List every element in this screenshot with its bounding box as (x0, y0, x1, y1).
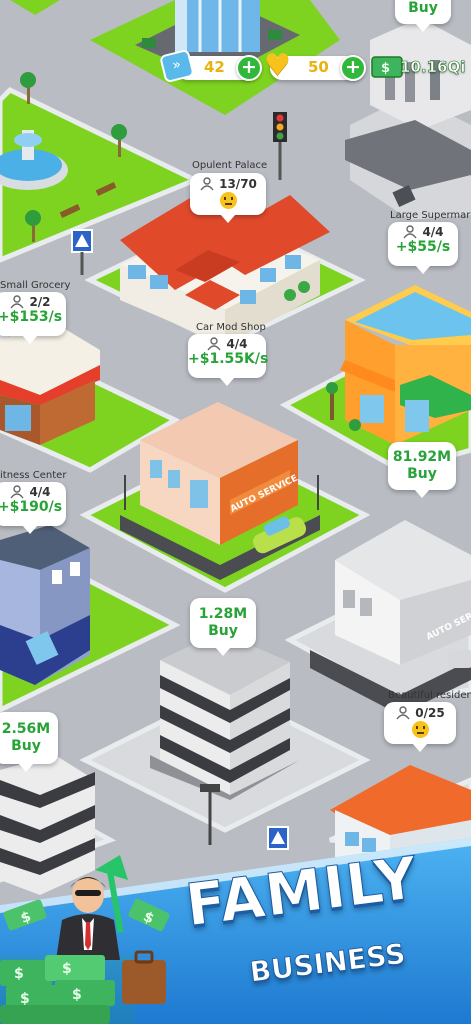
opulent-palace-title: Opulent Palace (192, 160, 268, 171)
add-hearts-button[interactable]: + (340, 55, 366, 81)
occupancy-count: 4/4 (422, 225, 444, 239)
occupancy-count: 13/70 (219, 177, 257, 191)
neutral-face-icon (219, 192, 237, 209)
buy-price: 81.92M (392, 449, 452, 465)
occupancy-count: 0/25 (415, 706, 445, 720)
income-rate: +$190/s (0, 499, 63, 515)
heart-icon: ♥ (264, 48, 291, 83)
buy-bubble-top-right[interactable]: Buy (395, 0, 451, 32)
buy-price: 2.56M (1, 721, 51, 737)
svg-text:$: $ (62, 961, 72, 977)
occupancy-row: 4/4 (388, 225, 458, 239)
occupancy-count: 4/4 (29, 485, 51, 499)
occupancy-row: 13/70 (190, 177, 266, 191)
svg-text:$: $ (14, 966, 24, 982)
person-icon (200, 177, 214, 191)
occupancy-count: 4/4 (226, 337, 248, 351)
left-tower-buy-bubble[interactable]: 2.56M Buy (0, 712, 58, 772)
buy-label: Buy (208, 623, 238, 639)
svg-text:$: $ (381, 61, 390, 76)
buy-label: Buy (11, 738, 41, 754)
auto-service-2-buy-bubble[interactable]: 81.92M Buy (388, 442, 456, 498)
svg-text:$: $ (20, 991, 30, 1007)
person-icon (403, 225, 418, 239)
large-supermarket-title: Large Supermarke (390, 210, 471, 221)
income-rate: +$1.55K/s (188, 351, 269, 367)
car-mod-shop-title: Car Mod Shop (196, 322, 266, 333)
person-icon (396, 706, 410, 720)
office-tower-buy-bubble[interactable]: 1.28M Buy (190, 598, 256, 656)
fitness-center-building[interactable] (0, 525, 90, 685)
left-tower-building[interactable] (0, 755, 95, 895)
cash-icon: $ (371, 56, 403, 78)
heart-count: 50 (308, 58, 329, 76)
buy-label: Buy (408, 0, 438, 16)
ticket-counter: » 42 + (159, 48, 262, 84)
income-rate: +$55/s (395, 239, 451, 255)
person-icon (207, 337, 222, 351)
person-icon (10, 295, 25, 309)
small-grocery-title: Small Grocery (0, 280, 71, 291)
game-screen: AUTO SERVICE AUTO SERV $ $ $ $ $ $ $ » 4… (0, 0, 471, 1024)
cash-balance: 10.16Qi (400, 58, 466, 77)
heart-counter: ♥ 50 + (264, 51, 366, 81)
occupancy-row: 2/2 (0, 295, 66, 309)
ticket-count: 42 (204, 58, 225, 76)
add-tickets-button[interactable]: + (236, 55, 262, 81)
fitness-center-title: itness Center (0, 470, 67, 481)
person-icon (10, 485, 25, 499)
occupancy-row: 4/4 (188, 337, 266, 351)
buy-price: 1.28M (198, 606, 248, 622)
svg-text:$: $ (72, 987, 82, 1003)
occupancy-count: 2/2 (29, 295, 51, 309)
fitness-center-bubble[interactable]: 4/4 +$190/s (0, 482, 66, 534)
car-mod-shop-bubble[interactable]: 4/4 +$1.55K/s (188, 334, 269, 386)
beautiful-residence-bubble[interactable]: 0/25 (384, 702, 456, 752)
small-grocery-bubble[interactable]: 2/2 +$153/s (0, 292, 66, 344)
large-supermarket-bubble[interactable]: 4/4 +$55/s (388, 222, 458, 274)
ticket-icon: » (159, 48, 195, 84)
income-rate: +$153/s (0, 309, 63, 325)
occupancy-row: 4/4 (0, 485, 66, 499)
occupancy-row: 0/25 (384, 706, 456, 720)
opulent-palace-bubble[interactable]: 13/70 (190, 173, 266, 223)
beautiful-residence-title: Beautiful residenc (388, 690, 471, 701)
neutral-face-icon (411, 721, 429, 738)
buy-label: Buy (407, 466, 437, 482)
